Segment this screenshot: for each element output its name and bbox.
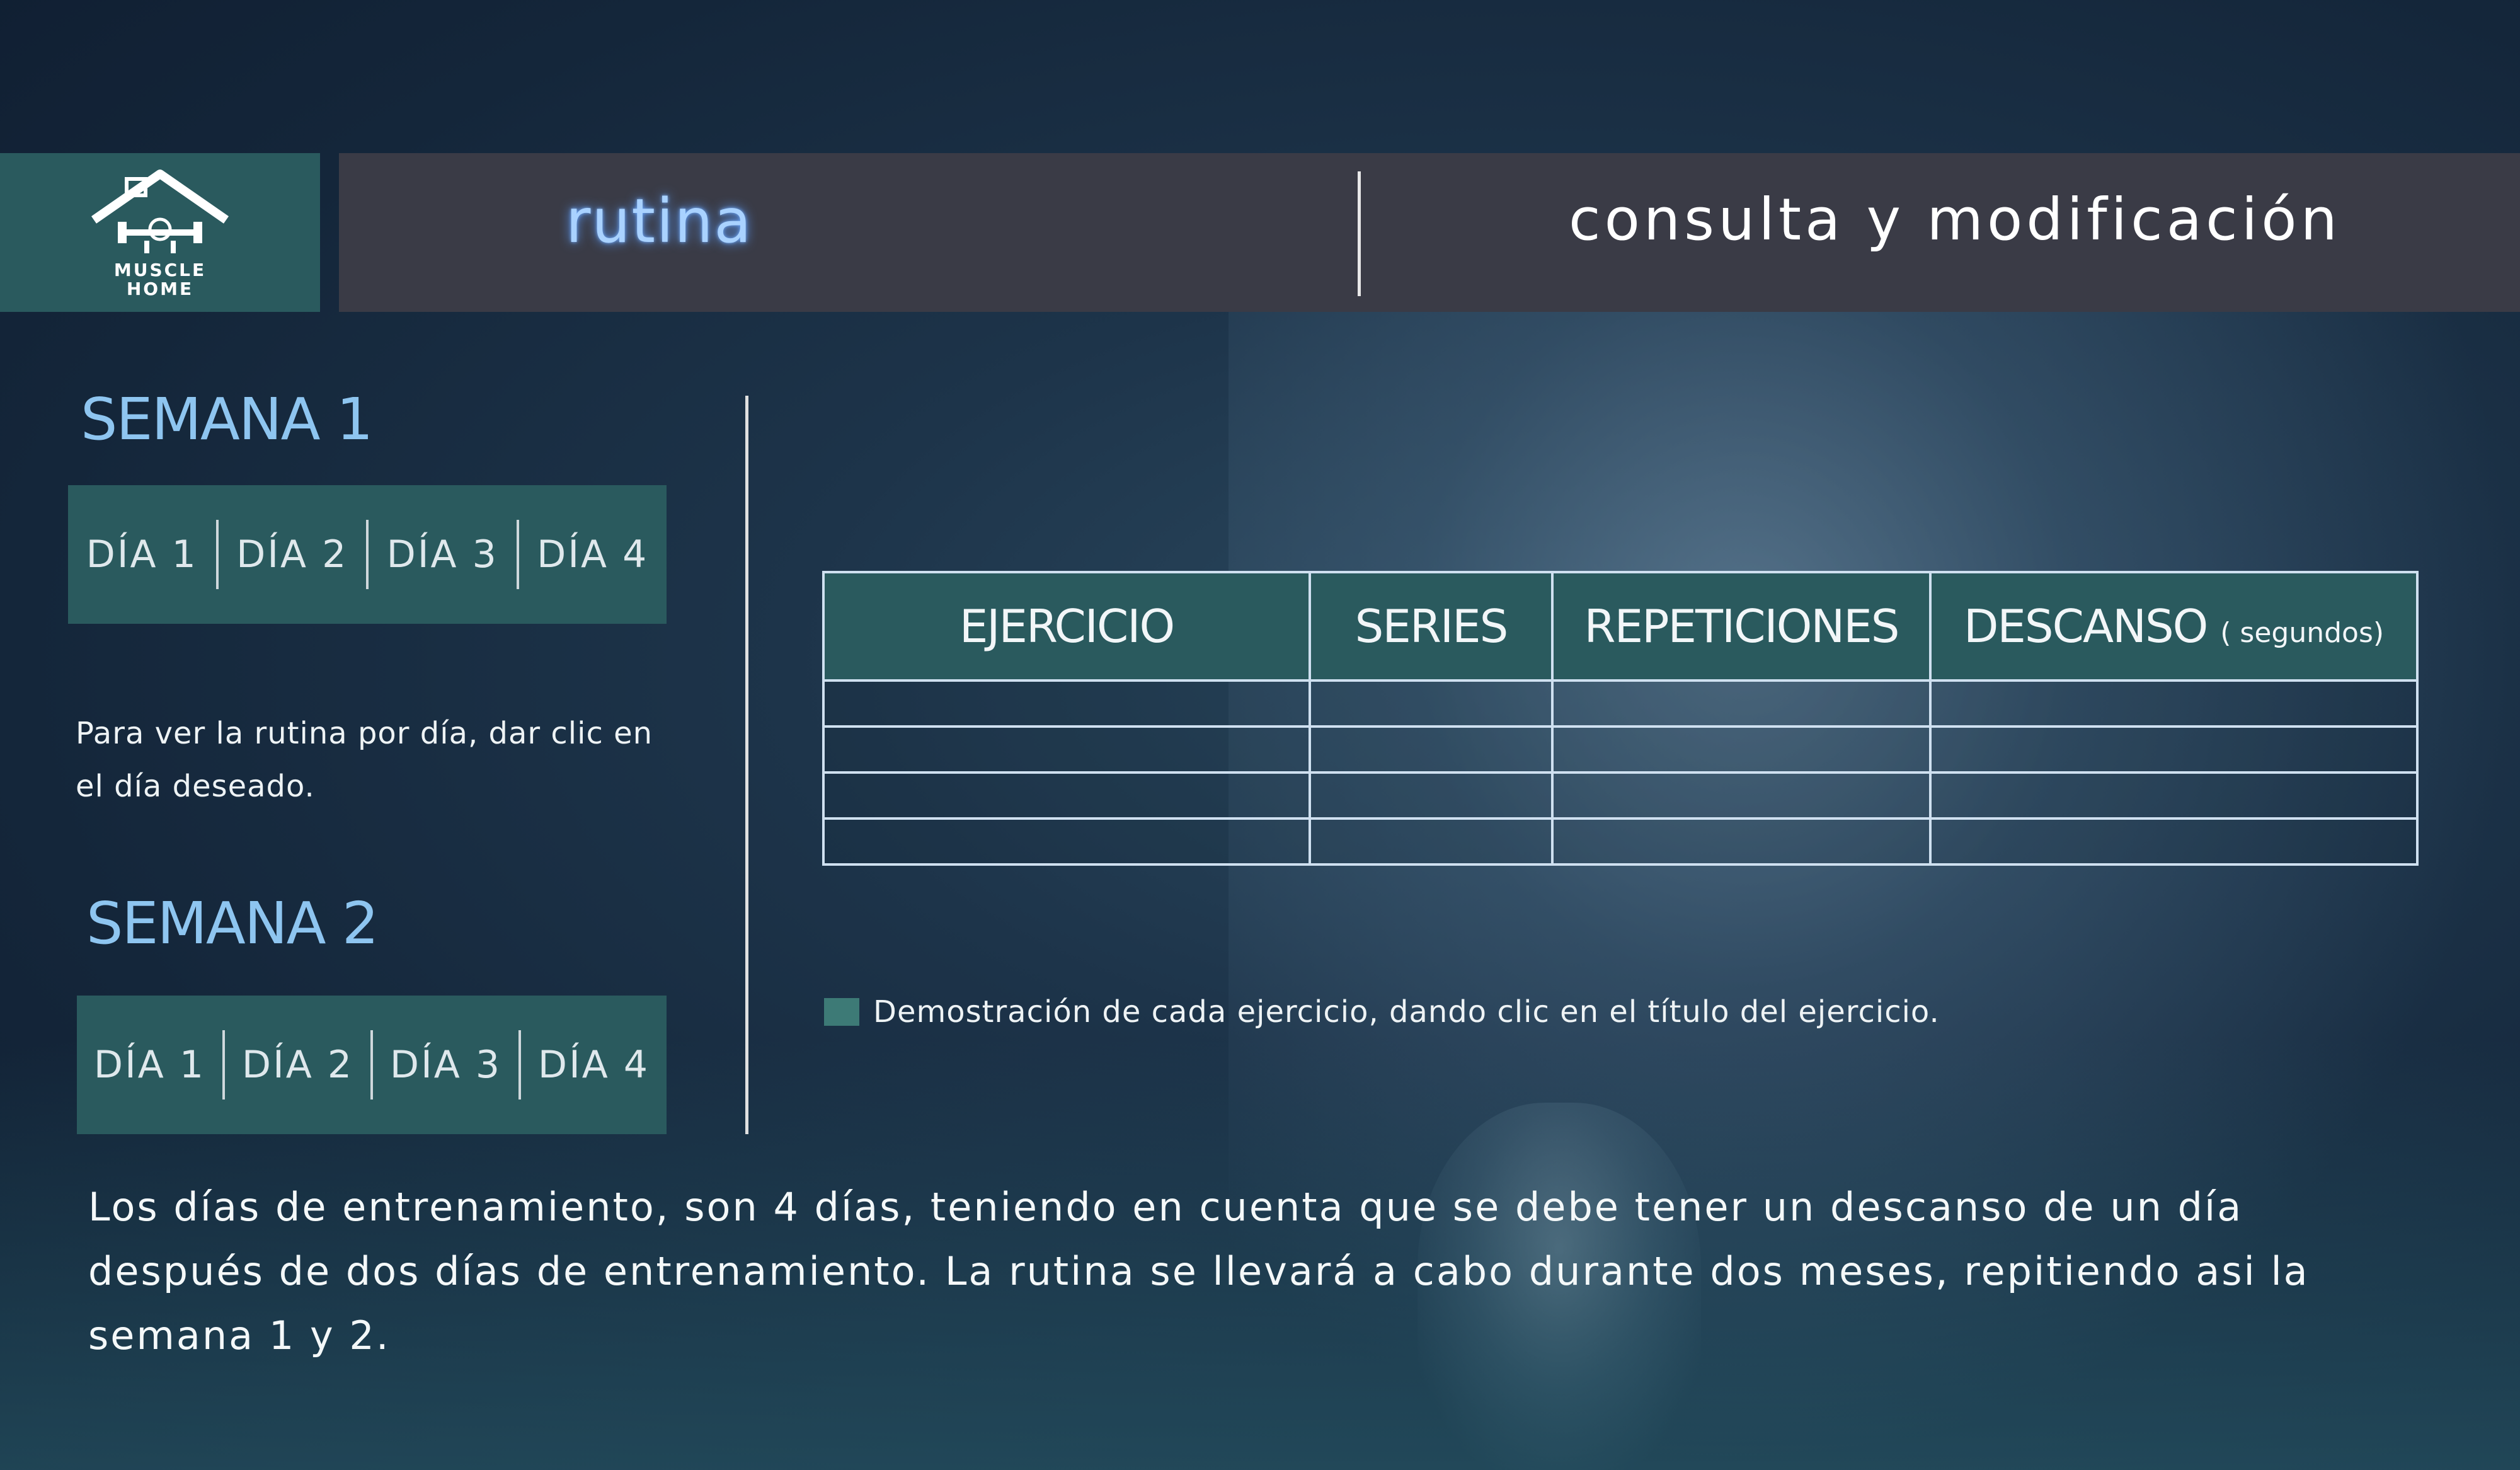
column-header-descanso: DESCANSO ( segundos) bbox=[1929, 571, 2419, 682]
week-2-day-selector: DÍA 1 DÍA 2 DÍA 3 DÍA 4 bbox=[77, 996, 667, 1134]
exercise-cell[interactable] bbox=[822, 817, 1311, 866]
week-1-day-2-button[interactable]: DÍA 2 bbox=[219, 532, 367, 577]
week-2-day-3-button[interactable]: DÍA 3 bbox=[373, 1043, 518, 1087]
day-selection-hint: Para ver la rutina por día, dar clic en … bbox=[76, 716, 653, 804]
table-row bbox=[822, 771, 2419, 820]
descanso-unit: ( segundos) bbox=[2220, 617, 2385, 649]
logo-line-1: MUSCLE bbox=[113, 260, 207, 280]
page-subtitle: consulta y modificación bbox=[1569, 186, 2341, 253]
page-title: rutina bbox=[566, 186, 753, 256]
routine-table: EJERCICIO SERIES REPETICIONES DESCANSO (… bbox=[822, 571, 2419, 866]
series-cell[interactable] bbox=[1309, 725, 1554, 774]
week-2-title: SEMANA 2 bbox=[86, 890, 379, 957]
app-logo[interactable]: MUSCLE HOME bbox=[0, 153, 320, 312]
repetitions-cell[interactable] bbox=[1551, 725, 1932, 774]
exercise-cell[interactable] bbox=[822, 679, 1311, 728]
week-2-day-4-button[interactable]: DÍA 4 bbox=[521, 1043, 667, 1087]
week-2-day-1-button[interactable]: DÍA 1 bbox=[77, 1043, 222, 1087]
rest-cell[interactable] bbox=[1929, 771, 2419, 820]
repetitions-cell[interactable] bbox=[1551, 679, 1932, 728]
exercise-cell[interactable] bbox=[822, 771, 1311, 820]
descanso-label: DESCANSO bbox=[1963, 600, 2208, 653]
week-1-day-3-button[interactable]: DÍA 3 bbox=[369, 532, 517, 577]
logo-line-2: HOME bbox=[126, 278, 194, 299]
table-row bbox=[822, 679, 2419, 728]
week-1-title: SEMANA 1 bbox=[81, 386, 373, 453]
rest-cell[interactable] bbox=[1929, 679, 2419, 728]
column-header-series: SERIES bbox=[1309, 571, 1554, 682]
header-divider bbox=[1358, 171, 1361, 296]
training-note: Los días de entrenamiento, son 4 días, t… bbox=[88, 1184, 2310, 1358]
table-row bbox=[822, 725, 2419, 774]
repetitions-cell[interactable] bbox=[1551, 817, 1932, 866]
section-divider bbox=[745, 396, 748, 1134]
week-1-day-1-button[interactable]: DÍA 1 bbox=[68, 532, 216, 577]
week-2-day-2-button[interactable]: DÍA 2 bbox=[225, 1043, 370, 1087]
series-cell[interactable] bbox=[1309, 679, 1554, 728]
column-header-ejercicio: EJERCICIO bbox=[822, 571, 1311, 682]
rest-cell[interactable] bbox=[1929, 725, 2419, 774]
table-row bbox=[822, 817, 2419, 866]
week-1-day-selector: DÍA 1 DÍA 2 DÍA 3 DÍA 4 bbox=[68, 485, 667, 624]
week-1-day-4-button[interactable]: DÍA 4 bbox=[519, 532, 667, 577]
series-cell[interactable] bbox=[1309, 771, 1554, 820]
rest-cell[interactable] bbox=[1929, 817, 2419, 866]
exercise-demo-legend: Demostración de cada ejercicio, dando cl… bbox=[824, 994, 1940, 1030]
column-header-repeticiones: REPETICIONES bbox=[1551, 571, 1932, 682]
table-header-row: EJERCICIO SERIES REPETICIONES DESCANSO (… bbox=[822, 571, 2419, 682]
logo-text: MUSCLE HOME bbox=[114, 261, 206, 299]
series-cell[interactable] bbox=[1309, 817, 1554, 866]
exercise-cell[interactable] bbox=[822, 725, 1311, 774]
legend-text: Demostración de cada ejercicio, dando cl… bbox=[873, 994, 1940, 1030]
repetitions-cell[interactable] bbox=[1551, 771, 1932, 820]
house-dumbbell-icon bbox=[91, 169, 229, 253]
legend-swatch bbox=[824, 998, 859, 1026]
